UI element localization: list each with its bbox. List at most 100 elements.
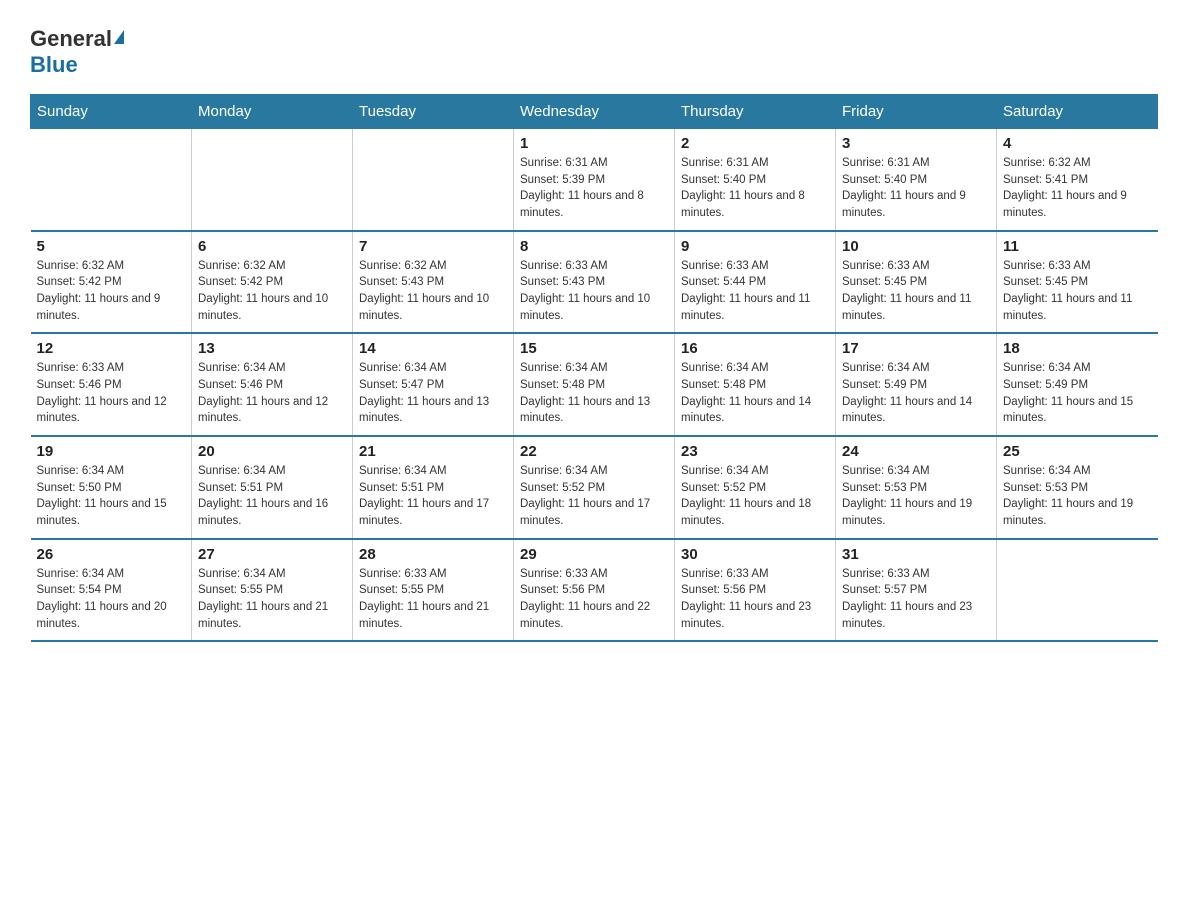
header-friday: Friday xyxy=(836,95,997,129)
header-thursday: Thursday xyxy=(675,95,836,129)
day-number: 5 xyxy=(37,238,186,255)
calendar-cell: 18Sunrise: 6:34 AMSunset: 5:49 PMDayligh… xyxy=(997,333,1158,436)
day-info: Sunrise: 6:34 AMSunset: 5:53 PMDaylight:… xyxy=(1003,463,1152,530)
day-number: 20 xyxy=(198,443,346,460)
day-info: Sunrise: 6:34 AMSunset: 5:52 PMDaylight:… xyxy=(520,463,668,530)
day-number: 30 xyxy=(681,546,829,563)
header-sunday: Sunday xyxy=(31,95,192,129)
logo-general-text: General xyxy=(30,28,112,50)
day-info: Sunrise: 6:34 AMSunset: 5:52 PMDaylight:… xyxy=(681,463,829,530)
day-number: 15 xyxy=(520,340,668,357)
day-number: 27 xyxy=(198,546,346,563)
calendar-cell: 16Sunrise: 6:34 AMSunset: 5:48 PMDayligh… xyxy=(675,333,836,436)
day-number: 3 xyxy=(842,135,990,152)
day-info: Sunrise: 6:33 AMSunset: 5:46 PMDaylight:… xyxy=(37,360,186,427)
calendar-cell: 13 Sunrise: 6:34 AMSunset: 5:46 PMDayligh… xyxy=(192,333,353,436)
day-number: 14 xyxy=(359,340,507,357)
day-info: Sunrise: 6:32 AMSunset: 5:42 PMDaylight:… xyxy=(198,258,346,325)
day-info: Sunrise: 6:33 AMSunset: 5:56 PMDaylight:… xyxy=(681,566,829,633)
day-info: Sunrise: 6:34 AMSunset: 5:48 PMDaylight:… xyxy=(520,360,668,427)
header: General Blue xyxy=(30,20,1158,78)
calendar-cell: 14 Sunrise: 6:34 AMSunset: 5:47 PMDayligh… xyxy=(353,333,514,436)
day-info: Sunrise: 6:34 AMSunset: 5:46 PMDaylight:… xyxy=(198,360,346,427)
day-info: Sunrise: 6:31 AMSunset: 5:40 PMDaylight:… xyxy=(681,155,829,222)
day-info: Sunrise: 6:32 AMSunset: 5:43 PMDaylight:… xyxy=(359,258,507,325)
calendar-cell: 8Sunrise: 6:33 AMSunset: 5:43 PMDaylight… xyxy=(514,231,675,334)
day-number: 1 xyxy=(520,135,668,152)
day-number: 13 xyxy=(198,340,346,357)
day-number: 31 xyxy=(842,546,990,563)
header-monday: Monday xyxy=(192,95,353,129)
day-info: Sunrise: 6:33 AMSunset: 5:55 PMDaylight:… xyxy=(359,566,507,633)
calendar-header: Sunday Monday Tuesday Wednesday Thursday… xyxy=(31,95,1158,129)
day-number: 2 xyxy=(681,135,829,152)
day-number: 24 xyxy=(842,443,990,460)
day-info: Sunrise: 6:34 AMSunset: 5:54 PMDaylight:… xyxy=(37,566,186,633)
calendar-week-4: 26 Sunrise: 6:34 AMSunset: 5:54 PMDayligh… xyxy=(31,539,1158,642)
header-tuesday: Tuesday xyxy=(353,95,514,129)
day-info: Sunrise: 6:34 AMSunset: 5:51 PMDaylight:… xyxy=(359,463,507,530)
logo-triangle-icon xyxy=(114,30,124,44)
day-number: 28 xyxy=(359,546,507,563)
calendar-cell: 9 Sunrise: 6:33 AMSunset: 5:44 PMDaylight… xyxy=(675,231,836,334)
calendar-cell: 28 Sunrise: 6:33 AMSunset: 5:55 PMDayligh… xyxy=(353,539,514,642)
calendar-cell: 29Sunrise: 6:33 AMSunset: 5:56 PMDayligh… xyxy=(514,539,675,642)
calendar-cell: 20 Sunrise: 6:34 AMSunset: 5:51 PMDayligh… xyxy=(192,436,353,539)
day-number: 17 xyxy=(842,340,990,357)
day-info: Sunrise: 6:33 AMSunset: 5:45 PMDaylight:… xyxy=(1003,258,1152,325)
day-number: 22 xyxy=(520,443,668,460)
calendar-week-1: 5 Sunrise: 6:32 AMSunset: 5:42 PMDaylight… xyxy=(31,231,1158,334)
day-info: Sunrise: 6:33 AMSunset: 5:44 PMDaylight:… xyxy=(681,258,829,325)
calendar-week-3: 19 Sunrise: 6:34 AMSunset: 5:50 PMDayligh… xyxy=(31,436,1158,539)
day-info: Sunrise: 6:33 AMSunset: 5:57 PMDaylight:… xyxy=(842,566,990,633)
day-number: 9 xyxy=(681,238,829,255)
logo: General Blue xyxy=(30,28,124,78)
day-number: 23 xyxy=(681,443,829,460)
day-number: 7 xyxy=(359,238,507,255)
day-number: 19 xyxy=(37,443,186,460)
calendar-cell: 31 Sunrise: 6:33 AMSunset: 5:57 PMDayligh… xyxy=(836,539,997,642)
day-info: Sunrise: 6:32 AMSunset: 5:41 PMDaylight:… xyxy=(1003,155,1152,222)
calendar-cell: 19 Sunrise: 6:34 AMSunset: 5:50 PMDayligh… xyxy=(31,436,192,539)
calendar-cell xyxy=(997,539,1158,642)
calendar-cell: 11 Sunrise: 6:33 AMSunset: 5:45 PMDayligh… xyxy=(997,231,1158,334)
day-info: Sunrise: 6:33 AMSunset: 5:45 PMDaylight:… xyxy=(842,258,990,325)
calendar-cell: 22 Sunrise: 6:34 AMSunset: 5:52 PMDayligh… xyxy=(514,436,675,539)
calendar-cell: 6 Sunrise: 6:32 AMSunset: 5:42 PMDaylight… xyxy=(192,231,353,334)
header-row: Sunday Monday Tuesday Wednesday Thursday… xyxy=(31,95,1158,129)
calendar-cell: 27 Sunrise: 6:34 AMSunset: 5:55 PMDayligh… xyxy=(192,539,353,642)
calendar-cell: 12 Sunrise: 6:33 AMSunset: 5:46 PMDayligh… xyxy=(31,333,192,436)
day-info: Sunrise: 6:34 AMSunset: 5:47 PMDaylight:… xyxy=(359,360,507,427)
day-number: 4 xyxy=(1003,135,1152,152)
calendar-week-2: 12 Sunrise: 6:33 AMSunset: 5:46 PMDayligh… xyxy=(31,333,1158,436)
calendar-cell: 2 Sunrise: 6:31 AMSunset: 5:40 PMDaylight… xyxy=(675,129,836,231)
calendar-cell: 24Sunrise: 6:34 AMSunset: 5:53 PMDayligh… xyxy=(836,436,997,539)
calendar-cell: 7 Sunrise: 6:32 AMSunset: 5:43 PMDaylight… xyxy=(353,231,514,334)
day-info: Sunrise: 6:31 AMSunset: 5:40 PMDaylight:… xyxy=(842,155,990,222)
logo-blue-text: Blue xyxy=(30,52,78,77)
day-number: 26 xyxy=(37,546,186,563)
day-info: Sunrise: 6:34 AMSunset: 5:55 PMDaylight:… xyxy=(198,566,346,633)
day-info: Sunrise: 6:31 AMSunset: 5:39 PMDaylight:… xyxy=(520,155,668,222)
day-number: 29 xyxy=(520,546,668,563)
day-number: 12 xyxy=(37,340,186,357)
calendar-cell: 26 Sunrise: 6:34 AMSunset: 5:54 PMDayligh… xyxy=(31,539,192,642)
day-info: Sunrise: 6:34 AMSunset: 5:49 PMDaylight:… xyxy=(1003,360,1152,427)
calendar-body: 1 Sunrise: 6:31 AMSunset: 5:39 PMDaylight… xyxy=(31,129,1158,642)
day-info: Sunrise: 6:34 AMSunset: 5:48 PMDaylight:… xyxy=(681,360,829,427)
calendar-cell: 10Sunrise: 6:33 AMSunset: 5:45 PMDayligh… xyxy=(836,231,997,334)
calendar-cell: 1 Sunrise: 6:31 AMSunset: 5:39 PMDaylight… xyxy=(514,129,675,231)
day-info: Sunrise: 6:34 AMSunset: 5:49 PMDaylight:… xyxy=(842,360,990,427)
calendar-cell: 15 Sunrise: 6:34 AMSunset: 5:48 PMDayligh… xyxy=(514,333,675,436)
calendar-cell xyxy=(353,129,514,231)
day-info: Sunrise: 6:34 AMSunset: 5:51 PMDaylight:… xyxy=(198,463,346,530)
header-wednesday: Wednesday xyxy=(514,95,675,129)
calendar-cell: 3 Sunrise: 6:31 AMSunset: 5:40 PMDaylight… xyxy=(836,129,997,231)
calendar-week-0: 1 Sunrise: 6:31 AMSunset: 5:39 PMDaylight… xyxy=(31,129,1158,231)
calendar-cell: 21Sunrise: 6:34 AMSunset: 5:51 PMDayligh… xyxy=(353,436,514,539)
day-info: Sunrise: 6:34 AMSunset: 5:50 PMDaylight:… xyxy=(37,463,186,530)
day-number: 11 xyxy=(1003,238,1152,255)
calendar-cell: 23 Sunrise: 6:34 AMSunset: 5:52 PMDayligh… xyxy=(675,436,836,539)
calendar-cell: 5Sunrise: 6:32 AMSunset: 5:42 PMDaylight… xyxy=(31,231,192,334)
day-number: 6 xyxy=(198,238,346,255)
